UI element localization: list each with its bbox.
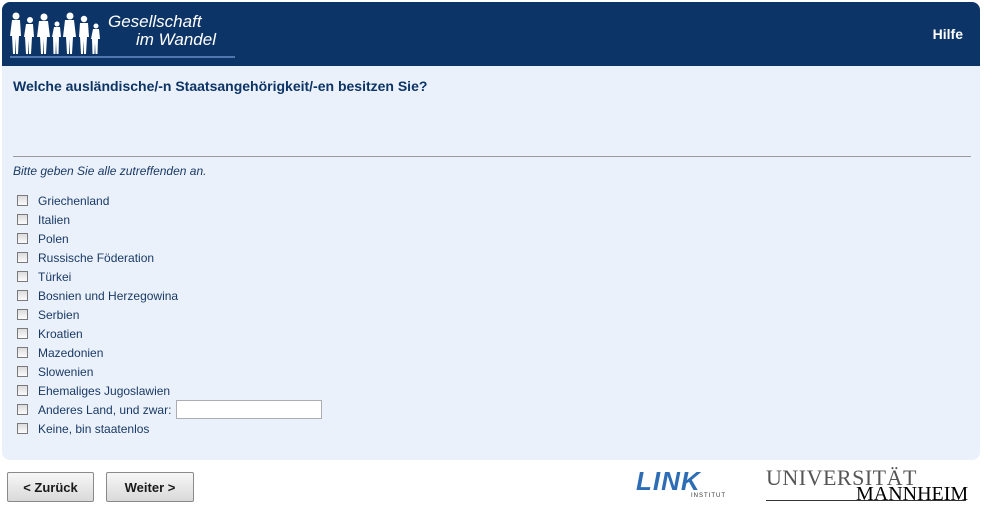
- brand-line-2: im Wandel: [136, 30, 216, 49]
- option-staatenlos[interactable]: Keine, bin staatenlos: [16, 419, 322, 438]
- instruction-text: Bitte geben Sie alle zutreffenden an.: [13, 164, 207, 178]
- header-bar: Gesellschaft im Wandel Hilfe: [2, 2, 980, 66]
- divider: [13, 156, 971, 157]
- help-link[interactable]: Hilfe: [933, 26, 963, 42]
- logo-underline: [10, 56, 235, 58]
- option-slowenien[interactable]: Slowenien: [16, 362, 322, 381]
- next-button[interactable]: Weiter >: [106, 472, 194, 502]
- checkbox[interactable]: [17, 290, 28, 301]
- option-label: Italien: [38, 212, 71, 227]
- checkbox[interactable]: [17, 366, 28, 377]
- brand-line-1: Gesellschaft: [108, 12, 202, 31]
- option-label: Serbien: [38, 307, 80, 322]
- option-serbien[interactable]: Serbien: [16, 305, 322, 324]
- option-mazedonien[interactable]: Mazedonien: [16, 343, 322, 362]
- option-griechenland[interactable]: Griechenland: [16, 191, 322, 210]
- option-label: Polen: [38, 231, 69, 246]
- link-logo-sub: INSTITUT: [691, 493, 726, 499]
- checkbox[interactable]: [17, 385, 28, 396]
- checkbox[interactable]: [17, 233, 28, 244]
- option-russische-foederation[interactable]: Russische Föderation: [16, 248, 322, 267]
- option-ehemaliges-jugoslawien[interactable]: Ehemaliges Jugoslawien: [16, 381, 322, 400]
- people-silhouettes-logo: [10, 12, 100, 54]
- option-label: Keine, bin staatenlos: [38, 421, 150, 436]
- option-label: Türkei: [38, 269, 72, 284]
- checkbox[interactable]: [17, 195, 28, 206]
- option-label: Bosnien und Herzegowina: [38, 288, 179, 303]
- option-label: Anderes Land, und zwar:: [38, 402, 172, 417]
- checkbox[interactable]: [17, 271, 28, 282]
- option-kroatien[interactable]: Kroatien: [16, 324, 322, 343]
- checkbox[interactable]: [17, 214, 28, 225]
- option-tuerkei[interactable]: Türkei: [16, 267, 322, 286]
- option-anderes-land[interactable]: Anderes Land, und zwar:: [16, 400, 323, 419]
- option-label: Mazedonien: [38, 345, 104, 360]
- survey-card: Gesellschaft im Wandel Hilfe Welche ausl…: [2, 2, 980, 460]
- option-label: Kroatien: [38, 326, 83, 341]
- other-country-input[interactable]: [176, 400, 323, 419]
- option-polen[interactable]: Polen: [16, 229, 322, 248]
- checkbox[interactable]: [17, 423, 28, 434]
- checkbox[interactable]: [17, 252, 28, 263]
- brand-name: Gesellschaft im Wandel: [108, 13, 216, 49]
- option-label: Slowenien: [38, 364, 94, 379]
- option-bosnien-herzegowina[interactable]: Bosnien und Herzegowina: [16, 286, 322, 305]
- link-institut-logo: LINK INSTITUT: [636, 468, 730, 502]
- checkbox[interactable]: [17, 309, 28, 320]
- question-title: Welche ausländische/-n Staatsangehörigke…: [13, 78, 428, 94]
- checkbox[interactable]: [17, 328, 28, 339]
- option-label: Ehemaliges Jugoslawien: [38, 383, 171, 398]
- option-italien[interactable]: Italien: [16, 210, 322, 229]
- uni-logo-line-2: MANNHEIM: [856, 483, 969, 505]
- link-logo-word: LINK: [636, 466, 701, 496]
- uni-logo-rule: [766, 500, 966, 501]
- back-button[interactable]: < Zurück: [7, 472, 94, 502]
- option-label: Griechenland: [38, 193, 110, 208]
- checkbox[interactable]: [17, 347, 28, 358]
- options-list: Griechenland Italien Polen Russische Föd…: [16, 191, 323, 438]
- checkbox[interactable]: [17, 404, 28, 415]
- uni-mannheim-logo: UNIVERSITÄT MANNHEIM: [766, 467, 970, 505]
- option-label: Russische Föderation: [38, 250, 155, 265]
